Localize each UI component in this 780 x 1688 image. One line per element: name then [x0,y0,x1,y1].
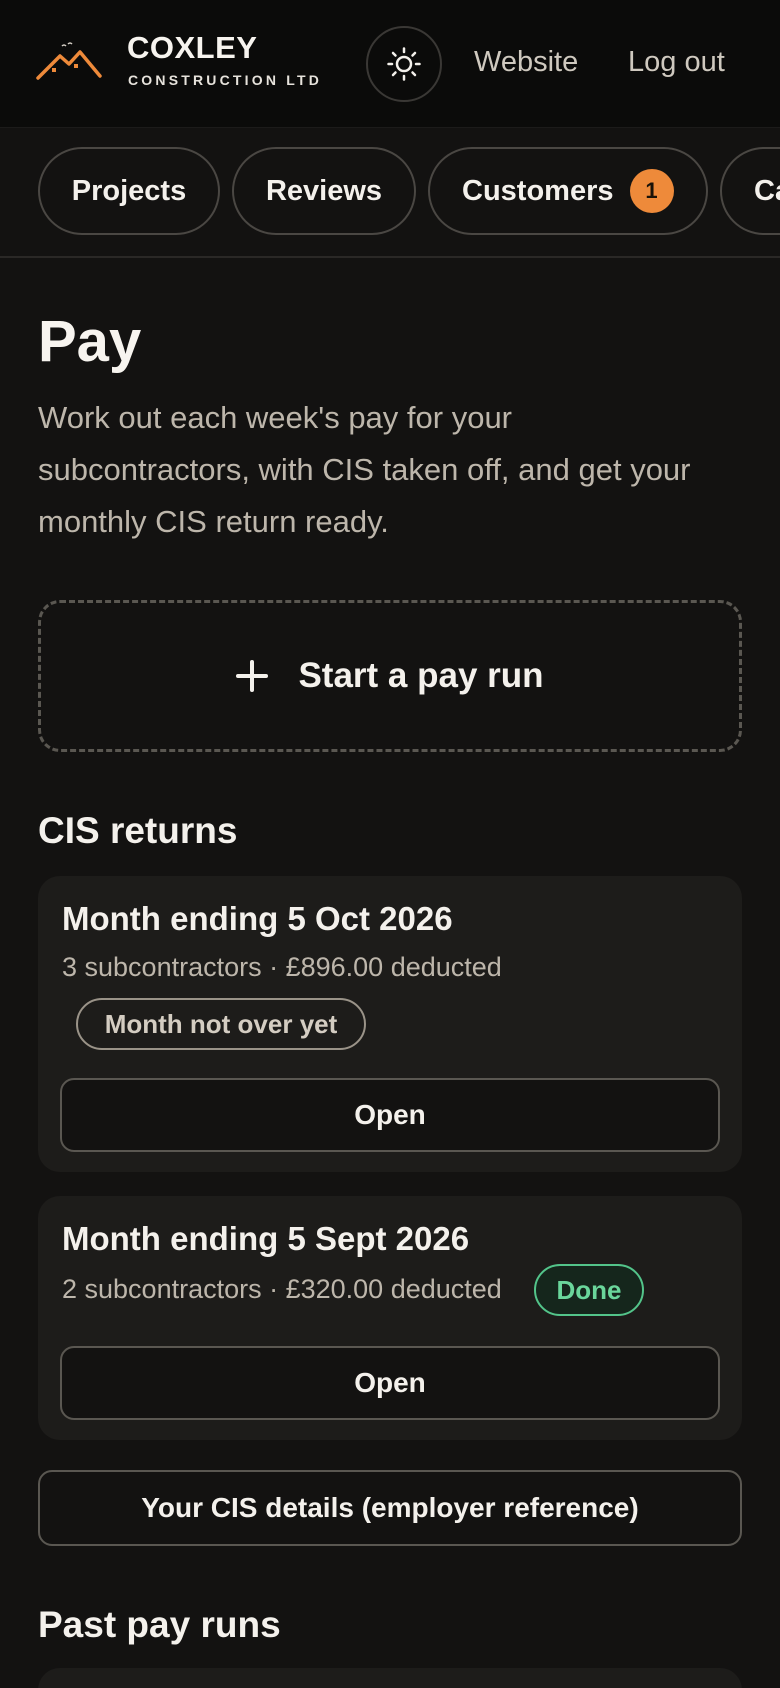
notification-badge: 1 [629,169,674,213]
website-link[interactable]: Website [474,46,578,79]
tab-reviews[interactable]: Reviews [232,147,416,235]
status-badge: Month not over yet [76,998,366,1050]
start-pay-run-label: Start a pay run [298,656,544,695]
start-pay-run-button[interactable]: Start a pay run [38,600,742,752]
house-roof-icon [36,42,102,80]
theme-toggle-button[interactable] [366,26,442,102]
app-header: COXLEY CONSTRUCTION LTD Website Log out [0,0,780,128]
cis-details-button[interactable]: Your CIS details (employer reference) [38,1470,742,1546]
nav-tabs: Projects Reviews Customers 1 Ca [0,128,780,258]
tab-partial[interactable]: Ca [720,147,780,235]
cis-return-title: Month ending 5 Sept 2026 [62,1220,470,1257]
open-button[interactable]: Open [60,1346,720,1420]
cis-return-meta: 3 subcontractors · £896.00 deducted [62,952,502,982]
cis-return-card: Month ending 5 Sept 2026 2 subcontractor… [38,1196,742,1440]
past-pay-run-card[interactable] [38,1668,742,1688]
brand-subtitle: CONSTRUCTION LTD [128,72,323,88]
tab-customers-label: Customers [462,174,614,207]
past-pay-runs-heading: Past pay runs [38,1604,281,1645]
tab-customers[interactable]: Customers 1 [428,147,708,235]
sun-icon [387,47,421,81]
tab-projects[interactable]: Projects [38,147,220,235]
logout-link[interactable]: Log out [628,46,725,79]
page-description: Work out each week's pay for your subcon… [38,400,691,539]
open-button[interactable]: Open [60,1078,720,1152]
status-badge: Done [534,1264,644,1316]
plus-icon [236,660,269,692]
cis-returns-heading: CIS returns [38,810,238,851]
page-title: Pay [38,309,142,374]
cis-return-meta: 2 subcontractors · £320.00 deducted [62,1274,502,1304]
cis-return-title: Month ending 5 Oct 2026 [62,900,453,937]
brand-name: COXLEY [127,30,258,65]
cis-return-card: Month ending 5 Oct 2026 3 subcontractors… [38,876,742,1172]
